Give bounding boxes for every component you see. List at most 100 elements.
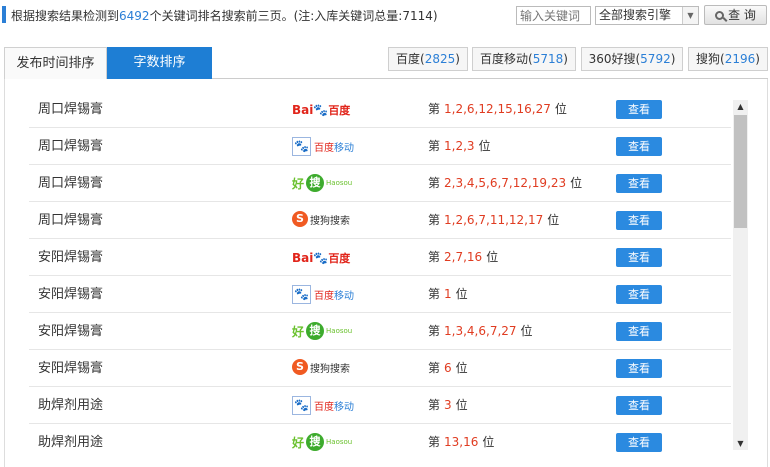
rank-positions: 3 (444, 398, 452, 412)
rank-prefix: 第 (428, 287, 441, 301)
rank-suffix: 位 (486, 250, 499, 264)
rank-cell: 第6位 (428, 350, 468, 387)
view-button[interactable]: 查看 (616, 322, 662, 341)
view-button[interactable]: 查看 (616, 137, 662, 156)
rank-cell: 第 2,3,4,5,6,7,12,19,23 位 (428, 165, 582, 202)
rank-positions: 1,2,3 (444, 139, 475, 153)
rank-suffix: 位 (554, 102, 567, 116)
baidu-mobile-logo-icon: 🐾 百度 移动 (292, 137, 358, 156)
table-row: 周口焊锡膏 S 搜狗搜索 第 1,2,6,7,11,12,17 位 查看 (29, 202, 731, 239)
view-button[interactable]: 查看 (616, 100, 662, 119)
rank-cell: 第 1,2,6,12,15,16,27 位 (428, 91, 567, 128)
tab-word-count[interactable]: 字数排序 (107, 47, 212, 79)
rank-positions: 1,2,6,7,11,12,17 (444, 213, 544, 227)
rank-prefix: 第 (428, 398, 441, 412)
accent-marker (2, 6, 6, 23)
view-button[interactable]: 查看 (616, 396, 662, 415)
logo-text: 移动 (334, 143, 354, 154)
paw-icon: 🐾 (313, 103, 329, 117)
scroll-up-arrow-icon[interactable]: ▲ (733, 100, 748, 113)
sogou-logo-icon: S 搜狗搜索 (292, 359, 358, 375)
rank-positions: 2,7,16 (444, 250, 483, 264)
logo-text: 移动 (334, 402, 354, 413)
chevron-down-icon[interactable]: ▼ (682, 7, 698, 24)
rank-prefix: 第 (428, 435, 441, 449)
keyword-cell: 周口焊锡膏 (38, 213, 104, 228)
table-row: 周口焊锡膏 好搜 Haosou 第 2,3,4,5,6,7,12,19,23 位 查看 (29, 165, 731, 202)
tab-publish-time[interactable]: 发布时间排序 (4, 47, 107, 79)
view-button[interactable]: 查看 (616, 211, 662, 230)
logo-text: 好 (292, 176, 305, 191)
query-button-label: 查 询 (728, 8, 756, 22)
rank-suffix: 位 (478, 139, 491, 153)
engine-tab-label: 搜狗 (696, 52, 721, 66)
view-button[interactable]: 查看 (616, 174, 662, 193)
table-row: 周口焊锡膏 Bai🐾百度 第 1,2,6,12,15,16,27 位 查看 (29, 91, 731, 128)
rank-suffix: 位 (455, 361, 468, 375)
rank-prefix: 第 (428, 250, 441, 264)
summary-prefix: 根据搜索结果检测到 (11, 9, 120, 23)
engine-tab-count: 2196 (724, 52, 756, 66)
ranking-panel: 周口焊锡膏 Bai🐾百度 第 1,2,6,12,15,16,27 位 查看 周口焊锡… (4, 79, 768, 467)
table-row: 周口焊锡膏 🐾 百度 移动 第 1,2,3 位 查看 (29, 128, 731, 165)
engine-logo: 好搜 Haosou (292, 433, 358, 453)
view-button[interactable]: 查看 (616, 285, 662, 304)
keyword-cell: 周口焊锡膏 (38, 139, 104, 154)
engine-logo: 好搜 Haosou (292, 174, 358, 194)
logo-text: 百度 (314, 291, 334, 302)
sort-tab-bar: 发布时间排序 字数排序 百度(2825) 百度移动(5718) 360好搜(57… (4, 47, 768, 79)
sogou-s-icon: S (292, 211, 308, 227)
engine-tab-360[interactable]: 360好搜(5792) (581, 47, 683, 71)
rank-positions: 6 (444, 361, 452, 375)
logo-text: 搜狗搜索 (310, 215, 350, 227)
summary-text: 根据搜索结果检测到6492个关键词排名搜索前三页。(注:入库关键词总量:7114… (11, 7, 438, 24)
baidu-logo-icon: Bai🐾百度 (292, 100, 358, 121)
view-button[interactable]: 查看 (616, 359, 662, 378)
engine-tab-label: 百度移动 (480, 52, 529, 66)
engine-logo: 🐾 百度 移动 (292, 396, 358, 416)
keyword-search-input[interactable] (516, 6, 591, 25)
engine-logo: Bai🐾百度 (292, 100, 358, 120)
engine-tab-sogou[interactable]: 搜狗(2196) (688, 47, 768, 71)
ranking-list[interactable]: 周口焊锡膏 Bai🐾百度 第 1,2,6,12,15,16,27 位 查看 周口焊锡… (29, 91, 731, 456)
paw-icon: 🐾 (292, 137, 311, 156)
logo-text: Bai (292, 251, 314, 265)
query-button[interactable]: 查 询 (704, 5, 767, 25)
haosou-logo-icon: 好搜 Haosou (292, 322, 358, 340)
rank-cell: 第 1,2,3 位 (428, 128, 491, 165)
rank-prefix: 第 (428, 176, 441, 190)
engine-tab-baidu[interactable]: 百度(2825) (388, 47, 468, 71)
logo-text: 搜 (306, 433, 325, 451)
scroll-down-arrow-icon[interactable]: ▼ (733, 437, 748, 450)
paw-icon: 🐾 (292, 396, 311, 415)
rank-suffix: 位 (482, 435, 495, 449)
scrollbar-thumb[interactable] (734, 115, 747, 228)
engine-select[interactable]: 全部搜索引擎 ▼ (595, 6, 699, 25)
rank-cell: 第 13,16 位 (428, 424, 494, 456)
logo-text: Bai (292, 103, 314, 117)
engine-tab-baidu-mobile[interactable]: 百度移动(5718) (472, 47, 576, 71)
rank-cell: 第1位 (428, 276, 468, 313)
rank-suffix: 位 (455, 398, 468, 412)
logo-text: 搜 (306, 174, 325, 192)
paw-icon: 🐾 (313, 251, 329, 265)
logo-text: 好 (292, 435, 305, 450)
rank-prefix: 第 (428, 102, 441, 116)
scrollbar[interactable]: ▲ ▼ (733, 100, 748, 450)
rank-prefix: 第 (428, 361, 441, 375)
table-row: 安阳焊锡膏 好搜 Haosou 第 1,3,4,6,7,27 位 查看 (29, 313, 731, 350)
keyword-cell: 安阳焊锡膏 (38, 250, 104, 265)
table-row: 安阳焊锡膏 S 搜狗搜索 第6位 查看 (29, 350, 731, 387)
logo-text: 好 (292, 324, 305, 339)
sogou-s-icon: S (292, 359, 308, 375)
view-button[interactable]: 查看 (616, 433, 662, 452)
logo-text: 搜狗搜索 (310, 363, 350, 375)
logo-text: 百度 (328, 252, 351, 265)
keyword-cell: 安阳焊锡膏 (38, 287, 104, 302)
baidu-logo-icon: Bai🐾百度 (292, 248, 358, 269)
logo-text: 移动 (334, 291, 354, 302)
table-row: 助焊剂用途 🐾 百度 移动 第3位 查看 (29, 387, 731, 424)
engine-tab-count: 2825 (424, 52, 456, 66)
view-button[interactable]: 查看 (616, 248, 662, 267)
keyword-cell: 周口焊锡膏 (38, 102, 104, 117)
